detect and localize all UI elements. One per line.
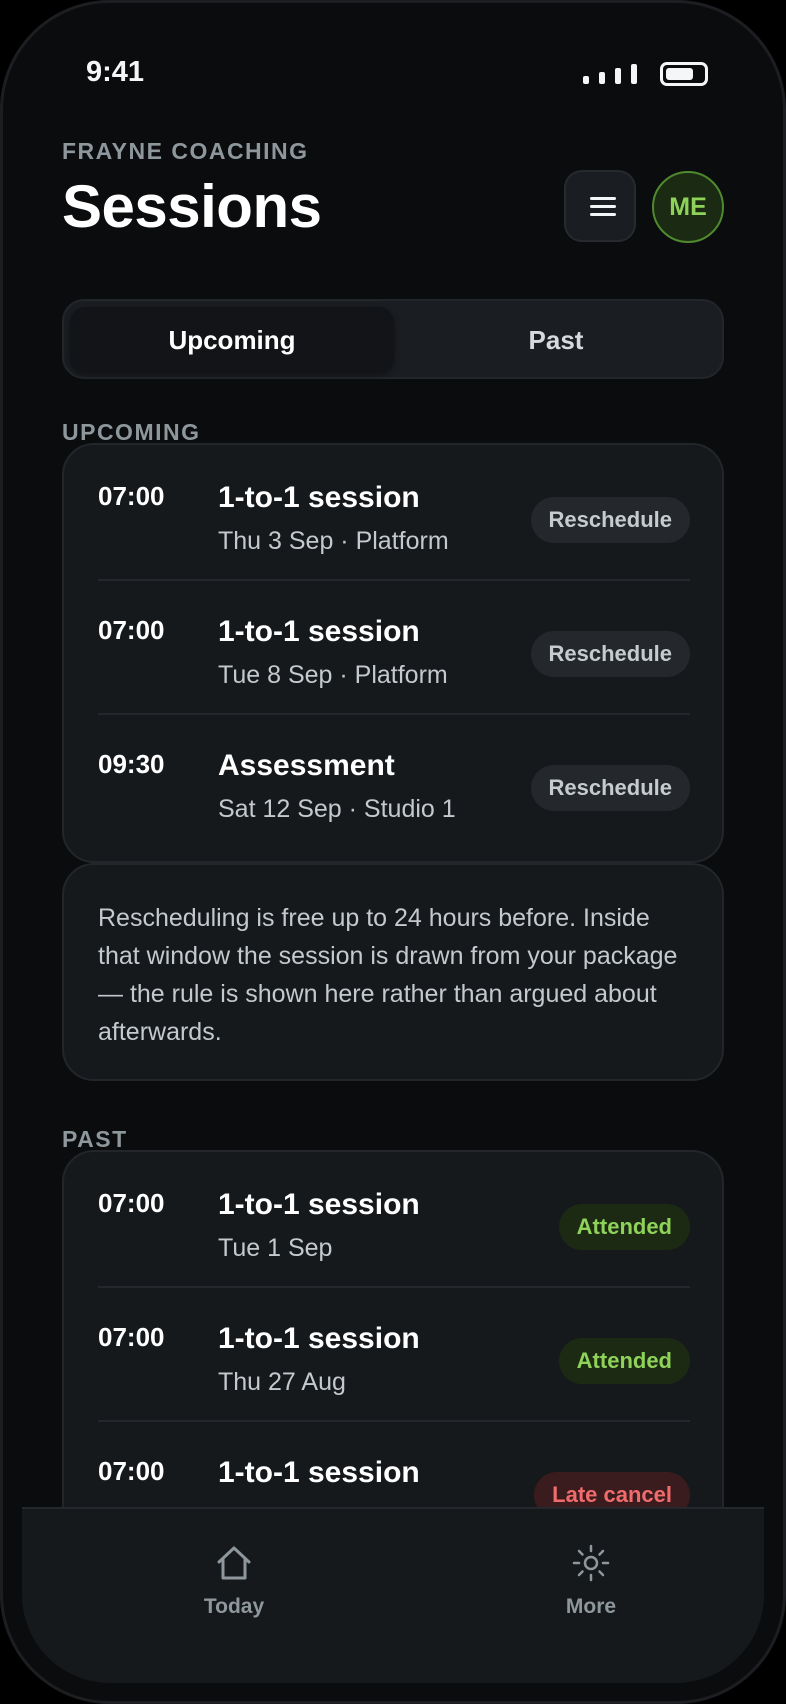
- session-title: 1-to-1 session: [218, 1188, 420, 1221]
- session-detail: Sat 12 Sep · Studio 1: [218, 795, 456, 823]
- session-time: 07:00: [98, 615, 165, 645]
- session-title: 1-to-1 session: [218, 1456, 420, 1489]
- session-row[interactable]: 07:00 1-to-1 session Thu 3 Sep · Platfor…: [64, 445, 722, 579]
- page-title: Sessions: [62, 173, 322, 240]
- session-time: 09:30: [98, 749, 165, 779]
- brand-label: FRAYNE COACHING: [62, 138, 309, 164]
- battery-icon: [660, 62, 708, 86]
- upcoming-card: 07:00 1-to-1 session Thu 3 Sep · Platfor…: [62, 443, 724, 863]
- nav-more[interactable]: More: [511, 1543, 671, 1619]
- session-detail: Thu 27 Aug: [218, 1368, 346, 1396]
- phone-screen: 9:41 FRAYNE COACHING Sessions ME Upcomin…: [0, 0, 786, 1704]
- menu-icon: [590, 197, 616, 200]
- upcoming-section-label: UPCOMING: [62, 419, 201, 445]
- nav-today[interactable]: Today: [154, 1543, 314, 1619]
- reschedule-button[interactable]: Reschedule: [530, 497, 690, 543]
- reschedule-button[interactable]: Reschedule: [530, 631, 690, 677]
- session-row[interactable]: 09:30 Assessment Sat 12 Sep · Studio 1 R…: [64, 713, 722, 847]
- tab-upcoming[interactable]: Upcoming: [70, 307, 394, 373]
- nav-today-label: Today: [203, 1595, 265, 1618]
- nav-more-label: More: [565, 1595, 617, 1618]
- status-badge: Attended: [558, 1338, 690, 1384]
- reschedule-button[interactable]: Reschedule: [530, 765, 690, 811]
- session-time: 07:00: [98, 1322, 165, 1352]
- session-row[interactable]: 07:00 1-to-1 session Tue 8 Sep · Platfor…: [64, 579, 722, 713]
- session-time: 07:00: [98, 1188, 165, 1218]
- session-time: 07:00: [98, 1456, 165, 1486]
- sun-icon: [572, 1544, 610, 1582]
- past-section-label: PAST: [62, 1126, 128, 1152]
- session-title: 1-to-1 session: [218, 1322, 420, 1355]
- session-time: 07:00: [98, 481, 165, 511]
- menu-button[interactable]: [564, 170, 636, 242]
- session-title: 1-to-1 session: [218, 615, 420, 648]
- session-detail: Thu 3 Sep · Platform: [218, 527, 449, 555]
- session-row[interactable]: 07:00 1-to-1 session Tue 1 Sep Attended: [64, 1152, 722, 1286]
- bottom-nav: Today More: [22, 1507, 764, 1683]
- status-badge: Attended: [558, 1204, 690, 1250]
- signal-icon: [583, 64, 637, 84]
- home-icon: [217, 1546, 251, 1580]
- status-time: 9:41: [86, 56, 145, 88]
- session-title: Assessment: [218, 749, 395, 782]
- session-detail: Tue 1 Sep: [218, 1234, 333, 1262]
- segmented-tabs: Upcoming Past: [62, 299, 724, 379]
- avatar[interactable]: ME: [652, 171, 724, 243]
- reschedule-policy-note: Rescheduling is free up to 24 hours befo…: [62, 863, 724, 1081]
- session-title: 1-to-1 session: [218, 481, 420, 514]
- session-detail: Tue 8 Sep · Platform: [218, 661, 448, 689]
- tab-past[interactable]: Past: [394, 307, 718, 373]
- session-row[interactable]: 07:00 1-to-1 session Thu 27 Aug Attended: [64, 1286, 722, 1420]
